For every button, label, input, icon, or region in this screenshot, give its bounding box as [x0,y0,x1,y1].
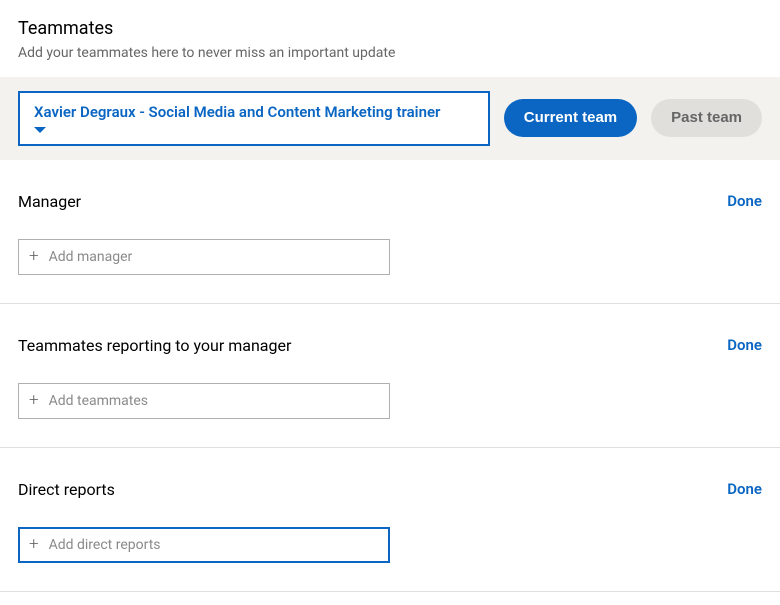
manager-done-link[interactable]: Done [727,192,762,210]
add-direct-reports-placeholder: Add direct reports [49,537,161,553]
team-toggle: Current team Past team [504,99,762,137]
add-manager-input[interactable]: + Add manager [18,239,390,275]
page-subtitle: Add your teammates here to never miss an… [18,45,762,61]
plus-icon: + [29,392,39,409]
user-dropdown-label: Xavier Degraux - Social Media and Conten… [34,103,474,123]
reports-section-title: Direct reports [18,480,115,499]
peers-section: Teammates reporting to your manager Done… [0,304,780,448]
user-dropdown[interactable]: Xavier Degraux - Social Media and Conten… [18,91,490,146]
add-manager-placeholder: Add manager [49,249,133,265]
plus-icon: + [29,248,39,265]
manager-section-header: Manager Done [18,192,762,211]
add-teammates-input[interactable]: + Add teammates [18,383,390,419]
page-title: Teammates [18,18,762,39]
reports-section-header: Direct reports Done [18,480,762,499]
peers-section-header: Teammates reporting to your manager Done [18,336,762,355]
add-direct-reports-input[interactable]: + Add direct reports [18,527,390,563]
current-team-button[interactable]: Current team [504,99,637,137]
caret-down-icon [34,127,474,134]
reports-section: Direct reports Done + Add direct reports [0,448,780,592]
peers-section-title: Teammates reporting to your manager [18,336,291,355]
reports-done-link[interactable]: Done [727,480,762,498]
manager-section: Manager Done + Add manager [0,160,780,304]
manager-section-title: Manager [18,192,81,211]
selector-bar: Xavier Degraux - Social Media and Conten… [0,77,780,160]
add-teammates-placeholder: Add teammates [49,393,148,409]
plus-icon: + [29,536,39,553]
peers-done-link[interactable]: Done [727,336,762,354]
page-header: Teammates Add your teammates here to nev… [0,0,780,77]
past-team-button[interactable]: Past team [651,99,762,137]
